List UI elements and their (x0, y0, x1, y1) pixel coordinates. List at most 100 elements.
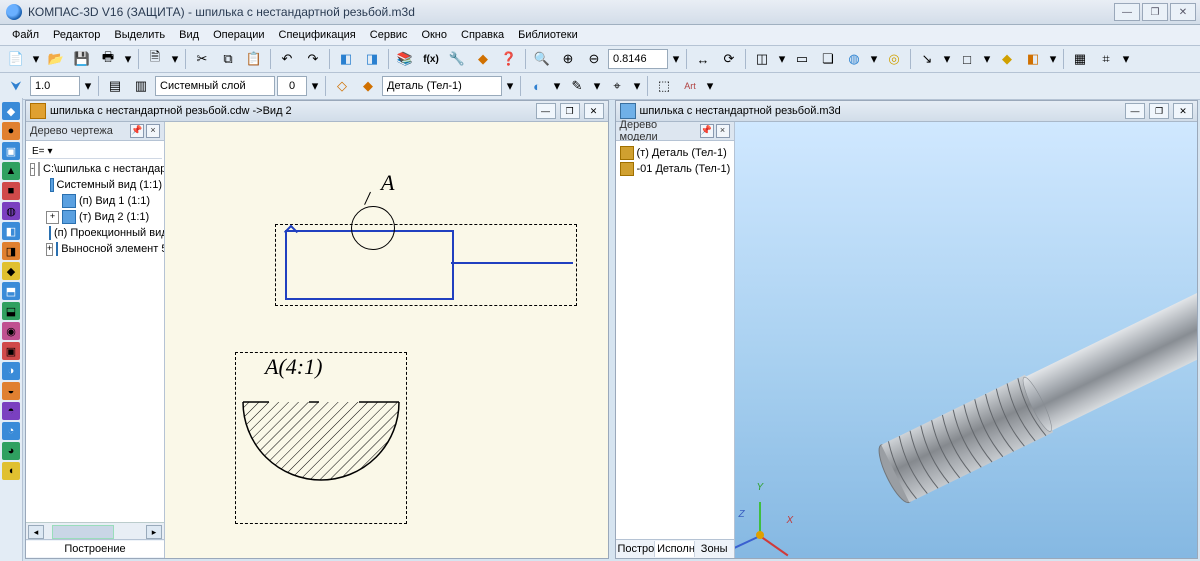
layer-b-icon[interactable]: ▥ (129, 74, 153, 98)
ltool-13-icon[interactable]: ▣ (2, 342, 20, 360)
tree-node[interactable]: (т) Деталь (Тел-1) (618, 145, 732, 161)
tree-node[interactable]: Системный вид (1:1) (28, 177, 162, 193)
model-canvas[interactable]: Y X Z (735, 122, 1198, 558)
tree-node[interactable]: +(т) Вид 2 (1:1) (28, 209, 162, 225)
view-shade-icon[interactable]: ◍ (842, 47, 866, 71)
ltool-12-icon[interactable]: ◉ (2, 322, 20, 340)
menu-operations[interactable]: Операции (207, 27, 270, 43)
layer-dropdown[interactable]: ▾ (309, 74, 321, 98)
print-dropdown[interactable]: ▾ (122, 47, 134, 71)
drawing-tree-hscroll[interactable]: ◂▸ (26, 522, 164, 539)
menu-edit[interactable]: Редактор (47, 27, 106, 43)
paste-icon[interactable]: 📋 (242, 47, 266, 71)
zoom-in-icon[interactable]: ⊕ (556, 47, 580, 71)
coord-icon[interactable]: ⮟ (4, 74, 28, 98)
tree-node[interactable]: -01 Деталь (Тел-1) (618, 161, 732, 177)
part-name-input[interactable] (382, 76, 502, 96)
rotate-icon[interactable]: ⟳ (717, 47, 741, 71)
menu-spec[interactable]: Спецификация (273, 27, 362, 43)
new-dropdown[interactable]: ▾ (30, 47, 42, 71)
library-icon[interactable]: 📚 (393, 47, 417, 71)
scale-input[interactable] (30, 76, 80, 96)
pane-drawing-restore[interactable]: ❐ (560, 103, 580, 119)
zoom-out-icon[interactable]: ⊖ (582, 47, 606, 71)
ltool-7-icon[interactable]: ◧ (2, 222, 20, 240)
menu-help[interactable]: Справка (455, 27, 510, 43)
style-c-icon[interactable]: ⌖ (605, 74, 629, 98)
style-a-icon[interactable]: ◐ (525, 74, 549, 98)
pane-model-restore[interactable]: ❐ (1149, 103, 1169, 119)
model-tree[interactable]: (т) Деталь (Тел-1)-01 Деталь (Тел-1) (616, 141, 734, 539)
ltool-15-icon[interactable]: ◒ (2, 382, 20, 400)
extra-dropdown[interactable]: ▾ (704, 74, 716, 98)
snap-a-icon[interactable]: ↘ (915, 47, 939, 71)
tree-node[interactable]: (п) Проекционный вид 4 (28, 225, 162, 241)
view-flat-icon[interactable]: ▭ (790, 47, 814, 71)
style-b-icon[interactable]: ✎ (565, 74, 589, 98)
snap-c-icon[interactable]: ◆ (995, 47, 1019, 71)
tree-node[interactable]: -C:\шпилька с нестандартно (28, 161, 162, 177)
tool-d-icon[interactable]: ◆ (471, 47, 495, 71)
zoom-window-icon[interactable]: 🔍 (530, 47, 554, 71)
pane-model-close[interactable]: ✕ (1173, 103, 1193, 119)
tree-node[interactable]: (п) Вид 1 (1:1) (28, 193, 162, 209)
undo-icon[interactable]: ↶ (275, 47, 299, 71)
snap-b-dropdown[interactable]: ▾ (981, 47, 993, 71)
model-tree-close[interactable]: × (716, 124, 730, 138)
drawing-tree-pin[interactable]: 📌 (130, 124, 144, 138)
extra-b-icon[interactable]: Art (678, 74, 702, 98)
tool-c-icon[interactable]: 🔧 (445, 47, 469, 71)
view-shade-dropdown[interactable]: ▾ (868, 47, 880, 71)
tree-mode-btn[interactable]: E= (32, 146, 45, 157)
ltool-8-icon[interactable]: ◨ (2, 242, 20, 260)
menu-libs[interactable]: Библиотеки (512, 27, 584, 43)
part-b-icon[interactable]: ◆ (356, 74, 380, 98)
window-restore-button[interactable]: ❐ (1142, 3, 1168, 21)
pane-drawing-minimize[interactable]: — (536, 103, 556, 119)
layer-name-input[interactable] (155, 76, 275, 96)
style-c-dropdown[interactable]: ▾ (631, 74, 643, 98)
menu-file[interactable]: Файл (6, 27, 45, 43)
menu-view[interactable]: Вид (173, 27, 205, 43)
view-cube-icon[interactable]: ❏ (816, 47, 840, 71)
snap-a-dropdown[interactable]: ▾ (941, 47, 953, 71)
ltool-9-icon[interactable]: ◆ (2, 262, 20, 280)
tool-a-icon[interactable]: ◧ (334, 47, 358, 71)
menu-select[interactable]: Выделить (108, 27, 171, 43)
layer-num-input[interactable] (277, 76, 307, 96)
menu-service[interactable]: Сервис (364, 27, 414, 43)
cut-icon[interactable]: ✂ (190, 47, 214, 71)
layer-a-icon[interactable]: ▤ (103, 74, 127, 98)
part-a-icon[interactable]: ◇ (330, 74, 354, 98)
model-tab-exec[interactable]: Исполне… (655, 541, 695, 557)
extra-a-icon[interactable]: ⬚ (652, 74, 676, 98)
pan-icon[interactable]: ↔ (691, 47, 715, 71)
fx-icon[interactable]: f(x) (419, 47, 443, 71)
tool-b-icon[interactable]: ◨ (360, 47, 384, 71)
constraints-icon[interactable]: ⌗ (1094, 47, 1118, 71)
model-tab-build[interactable]: Построе… (616, 541, 656, 557)
ltool-10-icon[interactable]: ⬒ (2, 282, 20, 300)
ltool-11-icon[interactable]: ⬓ (2, 302, 20, 320)
scale-dropdown[interactable]: ▾ (82, 74, 94, 98)
pane-drawing-close[interactable]: ✕ (584, 103, 604, 119)
ltool-3-icon[interactable]: ▣ (2, 142, 20, 160)
drawing-tree-tab-build[interactable]: Построение (26, 541, 164, 557)
part-dropdown[interactable]: ▾ (504, 74, 516, 98)
pane-model-minimize[interactable]: — (1125, 103, 1145, 119)
ltool-14-icon[interactable]: ◑ (2, 362, 20, 380)
constraints-dropdown[interactable]: ▾ (1120, 47, 1132, 71)
open-icon[interactable]: 📂 (44, 47, 68, 71)
model-tree-pin[interactable]: 📌 (700, 124, 714, 138)
menu-window[interactable]: Окно (415, 27, 453, 43)
ltool-5-icon[interactable]: ■ (2, 182, 20, 200)
orientation-triad[interactable]: Y X Z (745, 484, 805, 544)
ltool-18-icon[interactable]: ◕ (2, 442, 20, 460)
ltool-2-icon[interactable]: ● (2, 122, 20, 140)
snap-d-icon[interactable]: ◧ (1021, 47, 1045, 71)
redo-icon[interactable]: ↷ (301, 47, 325, 71)
model-tab-zones[interactable]: Зоны (695, 541, 734, 557)
window-close-button[interactable]: ✕ (1170, 3, 1196, 21)
drawing-tree[interactable]: E= ▾ -C:\шпилька с нестандартноСистемный… (26, 141, 164, 522)
zoom-dropdown[interactable]: ▾ (670, 47, 682, 71)
